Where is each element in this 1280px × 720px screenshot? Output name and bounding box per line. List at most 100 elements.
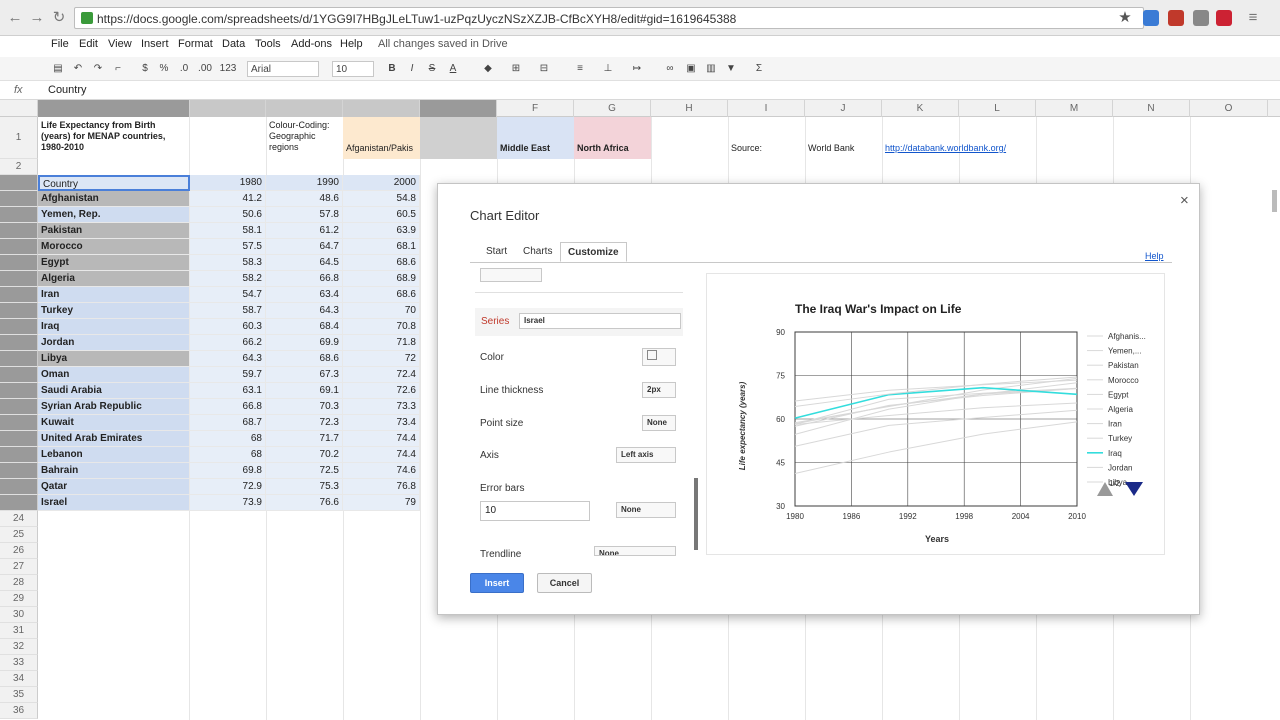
column-header-o[interactable]: O [1190,100,1268,117]
menu-view[interactable]: View [108,38,132,50]
trendline-select[interactable]: None [594,546,676,556]
row-header[interactable]: 30 [0,607,38,623]
error-bars-select[interactable]: None [616,502,676,518]
strikethrough-icon[interactable]: S [425,61,439,77]
country-cell[interactable]: Syrian Arab Republic [38,399,190,415]
value-cell[interactable]: 75.3 [266,479,343,495]
point-size-select[interactable]: None [642,415,676,431]
row-header[interactable] [0,207,38,223]
value-cell[interactable]: 68 [190,431,266,447]
value-cell[interactable]: 60.5 [343,207,420,223]
value-cell[interactable]: 66.8 [266,271,343,287]
row-header[interactable] [0,287,38,303]
value-cell[interactable]: 70.2 [266,447,343,463]
vertical-align-icon[interactable]: ⊥ [598,61,618,77]
country-cell[interactable]: Turkey [38,303,190,319]
value-cell[interactable]: 63.9 [343,223,420,239]
decimal-increase-icon[interactable]: .00 [196,61,214,77]
more-formats-button[interactable]: 123 [216,61,240,77]
value-cell[interactable]: 70.3 [266,399,343,415]
extension-icon[interactable] [1216,10,1232,26]
row-header[interactable]: 25 [0,527,38,543]
sheet-scrollbar[interactable] [1272,190,1277,212]
formula-input[interactable]: Country [48,84,87,96]
select-all-corner[interactable] [0,100,38,117]
chart-icon[interactable]: ▥ [703,61,719,77]
menu-file[interactable]: File [51,38,69,50]
value-cell[interactable]: 71.7 [266,431,343,447]
region-north-africa-cell[interactable]: North Africa [574,117,651,159]
colour-coding-cell[interactable]: Colour-Coding: Geographic regions [266,117,343,159]
menu-tools[interactable]: Tools [255,38,281,50]
star-icon[interactable]: ★ [1116,9,1134,27]
menu-format[interactable]: Format [178,38,213,50]
country-cell[interactable]: Egypt [38,255,190,271]
value-cell[interactable]: 70.8 [343,319,420,335]
value-cell[interactable]: 73.9 [190,495,266,511]
extension-icon[interactable] [1143,10,1159,26]
country-cell[interactable]: Jordan [38,335,190,351]
value-cell[interactable]: 72.3 [266,415,343,431]
row-header[interactable] [0,223,38,239]
value-cell[interactable]: 57.5 [190,239,266,255]
column-header-a[interactable] [38,100,190,117]
row-header[interactable] [0,191,38,207]
menu-edit[interactable]: Edit [79,38,98,50]
source-label-cell[interactable]: Source: [728,143,762,153]
axis-select[interactable]: Left axis [616,447,676,463]
row-header[interactable] [0,399,38,415]
country-cell[interactable]: Yemen, Rep. [38,207,190,223]
country-cell[interactable]: Afghanistan [38,191,190,207]
country-cell[interactable]: United Arab Emirates [38,431,190,447]
paint-format-icon[interactable]: ⌐ [110,61,126,77]
value-cell[interactable]: 68.7 [190,415,266,431]
menu-insert[interactable]: Insert [141,38,169,50]
value-cell[interactable]: 58.7 [190,303,266,319]
column-header-g[interactable]: G [574,100,651,117]
row-header[interactable] [0,431,38,447]
value-cell[interactable]: 76.6 [266,495,343,511]
value-cell[interactable]: 50.6 [190,207,266,223]
color-picker[interactable] [642,348,676,366]
value-cell[interactable]: 61.2 [266,223,343,239]
row-header[interactable] [0,351,38,367]
menu-data[interactable]: Data [222,38,245,50]
value-cell[interactable]: 66.8 [190,399,266,415]
cut-off-select[interactable] [480,268,542,282]
print-icon[interactable]: ▤ [50,61,66,77]
country-cell[interactable]: Lebanon [38,447,190,463]
tab-start[interactable]: Start [486,242,507,262]
value-cell[interactable]: 68.6 [343,287,420,303]
error-bars-input[interactable]: 10 [480,501,590,521]
text-wrap-icon[interactable]: ↦ [625,61,649,77]
year-header-cell[interactable]: 1980 [190,175,266,191]
column-header-l[interactable]: L [959,100,1036,117]
value-cell[interactable]: 76.8 [343,479,420,495]
value-cell[interactable]: 57.8 [266,207,343,223]
cancel-button[interactable]: Cancel [537,573,592,593]
text-color-icon[interactable]: A [444,61,462,77]
bold-icon[interactable]: B [385,61,399,77]
row-header[interactable] [0,239,38,255]
reload-icon[interactable]: ↻ [50,9,68,27]
value-cell[interactable]: 58.1 [190,223,266,239]
country-cell[interactable]: Iraq [38,319,190,335]
value-cell[interactable]: 72 [343,351,420,367]
row-header[interactable] [0,383,38,399]
value-cell[interactable]: 73.3 [343,399,420,415]
value-cell[interactable]: 72.9 [190,479,266,495]
country-cell[interactable]: Bahrain [38,463,190,479]
extension-icon[interactable] [1168,10,1184,26]
borders-icon[interactable]: ⊞ [506,61,526,77]
column-header-j[interactable]: J [805,100,882,117]
value-cell[interactable]: 68.9 [343,271,420,287]
value-cell[interactable]: 41.2 [190,191,266,207]
value-cell[interactable]: 69.9 [266,335,343,351]
value-cell[interactable]: 58.3 [190,255,266,271]
row-header[interactable] [0,367,38,383]
value-cell[interactable]: 69.1 [266,383,343,399]
percent-icon[interactable]: % [157,61,171,77]
back-icon[interactable]: ← [6,9,24,27]
column-header-k[interactable]: K [882,100,959,117]
country-cell[interactable]: Kuwait [38,415,190,431]
